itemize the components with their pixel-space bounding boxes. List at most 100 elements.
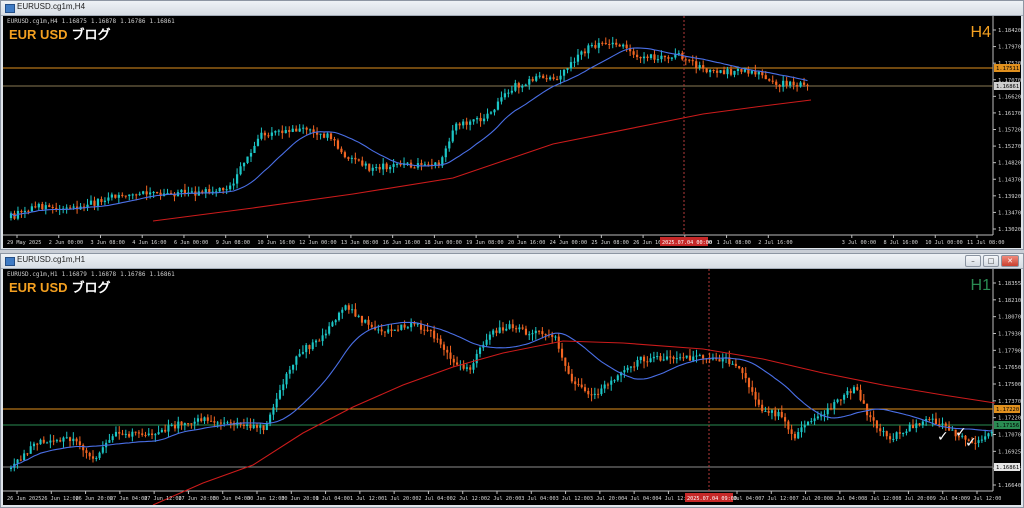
candle-body xyxy=(478,347,482,354)
candle-body xyxy=(100,199,103,202)
candle-body xyxy=(734,363,737,367)
candle-body xyxy=(180,421,183,426)
candle-body xyxy=(639,356,642,361)
candle-body xyxy=(427,164,430,166)
candle-body xyxy=(439,338,442,345)
candle-body xyxy=(462,364,465,369)
time-tick-label: 9 Jul 12:00 xyxy=(967,496,1001,502)
candle-body xyxy=(608,44,611,46)
candle-body xyxy=(426,329,429,331)
time-tick-label: 30 Jun 12:00 xyxy=(247,496,284,502)
candle-body xyxy=(938,424,941,426)
candle-body xyxy=(866,403,869,416)
candle-body xyxy=(757,399,760,405)
candle-body xyxy=(816,416,819,419)
candle-body xyxy=(554,336,557,338)
time-tick-label: 10 Jun 16:00 xyxy=(257,240,294,246)
candle-body xyxy=(601,42,604,44)
candle-body xyxy=(698,65,701,68)
candle-body xyxy=(879,428,882,432)
candle-body xyxy=(89,200,93,205)
candle-body xyxy=(357,159,360,161)
candle-body xyxy=(524,84,527,86)
candle-body xyxy=(242,162,246,167)
minimize-button[interactable]: – xyxy=(965,255,981,267)
candle-body xyxy=(465,367,468,369)
candle-body xyxy=(567,365,570,374)
time-tick-label: 26 Jun 2025 xyxy=(7,496,41,502)
candle-body xyxy=(741,368,744,374)
candle-body xyxy=(593,393,596,395)
candle-body xyxy=(141,433,144,435)
candle-body xyxy=(517,83,520,88)
close-value: 1.16861 xyxy=(149,18,175,25)
price-chart-h1[interactable]: 1.18355 1.18210 1.18070 1.17930 1.17790 1.176… xyxy=(3,269,1021,505)
candle-body xyxy=(583,51,587,54)
title-bar[interactable]: EURUSD.cg1m,H1 – □ ✕ xyxy=(1,254,1023,269)
candle-body xyxy=(114,194,117,198)
price-tick-label: 1.17070 xyxy=(998,433,1021,439)
candle-body xyxy=(587,45,590,54)
candle-body xyxy=(85,450,88,454)
candle-body xyxy=(272,407,275,415)
candle-body xyxy=(48,205,51,207)
candle-body xyxy=(600,388,603,395)
candle-body xyxy=(282,384,285,391)
title-bar[interactable]: EURUSD.cg1m,H4 xyxy=(1,1,1023,16)
candle-body xyxy=(72,206,75,208)
candle-body xyxy=(107,197,110,201)
candle-body xyxy=(472,119,475,122)
candle-body xyxy=(722,70,726,75)
candle-body xyxy=(764,410,767,412)
candle-body xyxy=(308,345,311,350)
maximize-button[interactable]: □ xyxy=(983,255,999,267)
candle-body xyxy=(496,101,500,110)
chart-window-h1[interactable]: EURUSD.cg1m,H1 – □ ✕ 1.18355 1.18210 1.180… xyxy=(0,253,1024,508)
candle-body xyxy=(387,329,390,333)
candle-body xyxy=(193,421,196,424)
price-chart-h4[interactable]: 1.184201.179701.175201.170701.166201.161… xyxy=(3,16,1021,248)
candle-body xyxy=(368,163,371,171)
candle-body xyxy=(34,206,37,208)
candle-body xyxy=(528,334,531,336)
candle-body xyxy=(42,439,45,443)
candle-body xyxy=(20,210,23,213)
candle-body xyxy=(164,429,167,432)
candle-body xyxy=(980,439,983,441)
candle-body xyxy=(862,400,865,404)
candle-body xyxy=(267,135,270,137)
candle-body xyxy=(823,414,826,416)
candle-body xyxy=(555,78,559,80)
candle-body xyxy=(218,187,221,192)
candle-body xyxy=(549,77,552,80)
candle-body xyxy=(507,92,510,94)
candle-body xyxy=(183,189,187,194)
candle-body xyxy=(702,65,705,69)
candle-body xyxy=(462,121,465,126)
candle-body xyxy=(623,370,626,373)
chart-window-h4[interactable]: EURUSD.cg1m,H4 1.184201.179701.175201.17… xyxy=(0,0,1024,250)
time-tick-label: 12 Jun 00:00 xyxy=(299,240,336,246)
candle-body xyxy=(800,427,803,433)
candle-body xyxy=(203,417,206,421)
resistance-price-label: 1.17220 xyxy=(996,407,1019,413)
candle-body xyxy=(444,148,447,158)
candle-body xyxy=(328,326,331,334)
time-tick-label: 30 Jun 04:00 xyxy=(213,496,250,502)
candle-body xyxy=(246,156,249,163)
candle-body xyxy=(103,200,107,202)
resistance-price-label: 1.17511 xyxy=(996,66,1019,72)
candle-body xyxy=(147,433,150,436)
candle-body xyxy=(385,163,388,170)
candle-body xyxy=(622,44,625,47)
candle-body xyxy=(695,61,698,68)
candle-body xyxy=(802,82,806,85)
candle-body xyxy=(262,425,265,431)
candle-body xyxy=(521,327,524,329)
candle-body xyxy=(535,76,538,81)
close-button[interactable]: ✕ xyxy=(1001,255,1019,267)
price-tick-label: 1.18070 xyxy=(998,315,1021,321)
candle-body xyxy=(684,59,687,61)
candle-body xyxy=(521,85,524,88)
candle-body xyxy=(361,160,364,166)
